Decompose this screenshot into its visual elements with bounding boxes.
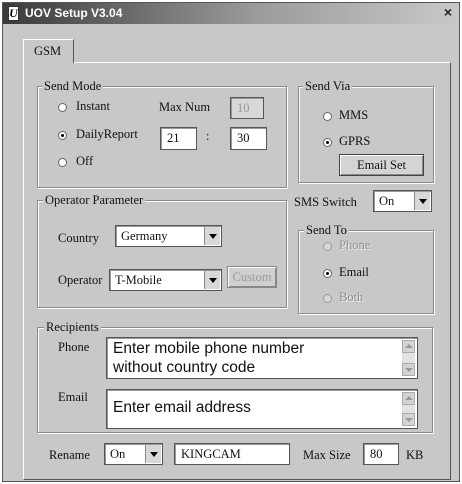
rename-label: Rename	[49, 448, 90, 462]
setup-window: U UOV Setup V3.04 × GSM Send Mode Instan…	[2, 2, 460, 482]
chevron-down-icon[interactable]	[145, 445, 161, 463]
radio-dailyreport[interactable]	[58, 131, 67, 140]
phone-placeholder-line-1: Enter mobile phone number	[113, 340, 305, 357]
email-label: Email	[58, 390, 88, 404]
send-mode-title: Send Mode	[42, 79, 104, 93]
chevron-down-icon[interactable]	[204, 227, 220, 245]
radio-instant[interactable]	[58, 103, 67, 112]
send-via-title: Send Via	[303, 79, 353, 93]
time-separator: :	[206, 129, 210, 143]
radio-email-label: Email	[339, 265, 369, 279]
chevron-down-icon[interactable]	[414, 192, 430, 210]
phone-placeholder-line-2: without country code	[113, 359, 256, 376]
phone-label: Phone	[58, 340, 90, 354]
max-num-field[interactable]: 10	[230, 97, 264, 119]
custom-button[interactable]: Custom	[227, 266, 277, 288]
operator-parameter-group	[37, 200, 287, 308]
country-select[interactable]: Germany	[115, 225, 222, 247]
rename-select[interactable]: On	[104, 443, 163, 465]
operator-select[interactable]: T-Mobile	[109, 269, 222, 291]
tab-gsm[interactable]: GSM	[23, 39, 74, 63]
radio-phone[interactable]	[323, 242, 332, 251]
radio-phone-label: Phone	[339, 238, 371, 252]
close-icon[interactable]: ×	[441, 5, 455, 19]
country-label: Country	[58, 231, 99, 245]
hour-field[interactable]: 21	[160, 127, 197, 150]
window-title: UOV Setup V3.04	[25, 6, 123, 20]
radio-email[interactable]	[323, 269, 332, 278]
operator-parameter-title: Operator Parameter	[43, 193, 146, 207]
radio-both-label: Both	[339, 290, 364, 304]
max-size-label: Max Size	[303, 448, 351, 462]
radio-mms[interactable]	[323, 112, 332, 121]
chevron-down-icon[interactable]	[204, 271, 220, 289]
radio-off-label: Off	[76, 154, 94, 168]
max-size-field[interactable]: 80	[363, 443, 399, 465]
sms-switch-select[interactable]: On	[373, 190, 432, 212]
operator-value: T-Mobile	[115, 273, 162, 287]
recipients-title: Recipients	[44, 320, 101, 334]
radio-instant-label: Instant	[76, 99, 111, 113]
country-value: Germany	[121, 229, 168, 243]
rename-value: On	[110, 447, 126, 461]
name-field[interactable]: KINGCAM	[174, 443, 290, 465]
scroll-down-icon[interactable]	[402, 413, 415, 426]
sms-switch-value: On	[379, 194, 395, 208]
tab-gsm-label: GSM	[34, 44, 62, 58]
radio-mms-label: MMS	[339, 108, 369, 122]
radio-gprs-label: GPRS	[339, 134, 371, 148]
phone-memo[interactable]: Enter mobile phone number without countr…	[106, 337, 418, 379]
send-to-title: Send To	[304, 223, 349, 237]
radio-dailyreport-label: DailyReport	[76, 127, 138, 141]
email-scrollbar[interactable]	[402, 392, 415, 426]
max-size-unit: KB	[406, 448, 424, 462]
email-placeholder: Enter email address	[113, 399, 251, 416]
minute-field[interactable]: 30	[230, 127, 267, 150]
phone-scrollbar[interactable]	[402, 340, 415, 376]
email-memo[interactable]: Enter email address	[106, 389, 418, 429]
scroll-up-icon[interactable]	[402, 392, 415, 405]
scroll-down-icon[interactable]	[402, 363, 415, 376]
scroll-up-icon[interactable]	[402, 340, 415, 353]
radio-gprs[interactable]	[323, 138, 332, 147]
title-bar: U UOV Setup V3.04 ×	[3, 3, 459, 24]
operator-label: Operator	[58, 273, 103, 287]
max-num-label: Max Num	[159, 100, 211, 114]
radio-off[interactable]	[58, 158, 67, 167]
app-logo-icon: U	[8, 6, 19, 21]
radio-both[interactable]	[323, 294, 332, 303]
sms-switch-label: SMS Switch	[294, 195, 357, 209]
email-set-button[interactable]: Email Set	[339, 154, 424, 176]
